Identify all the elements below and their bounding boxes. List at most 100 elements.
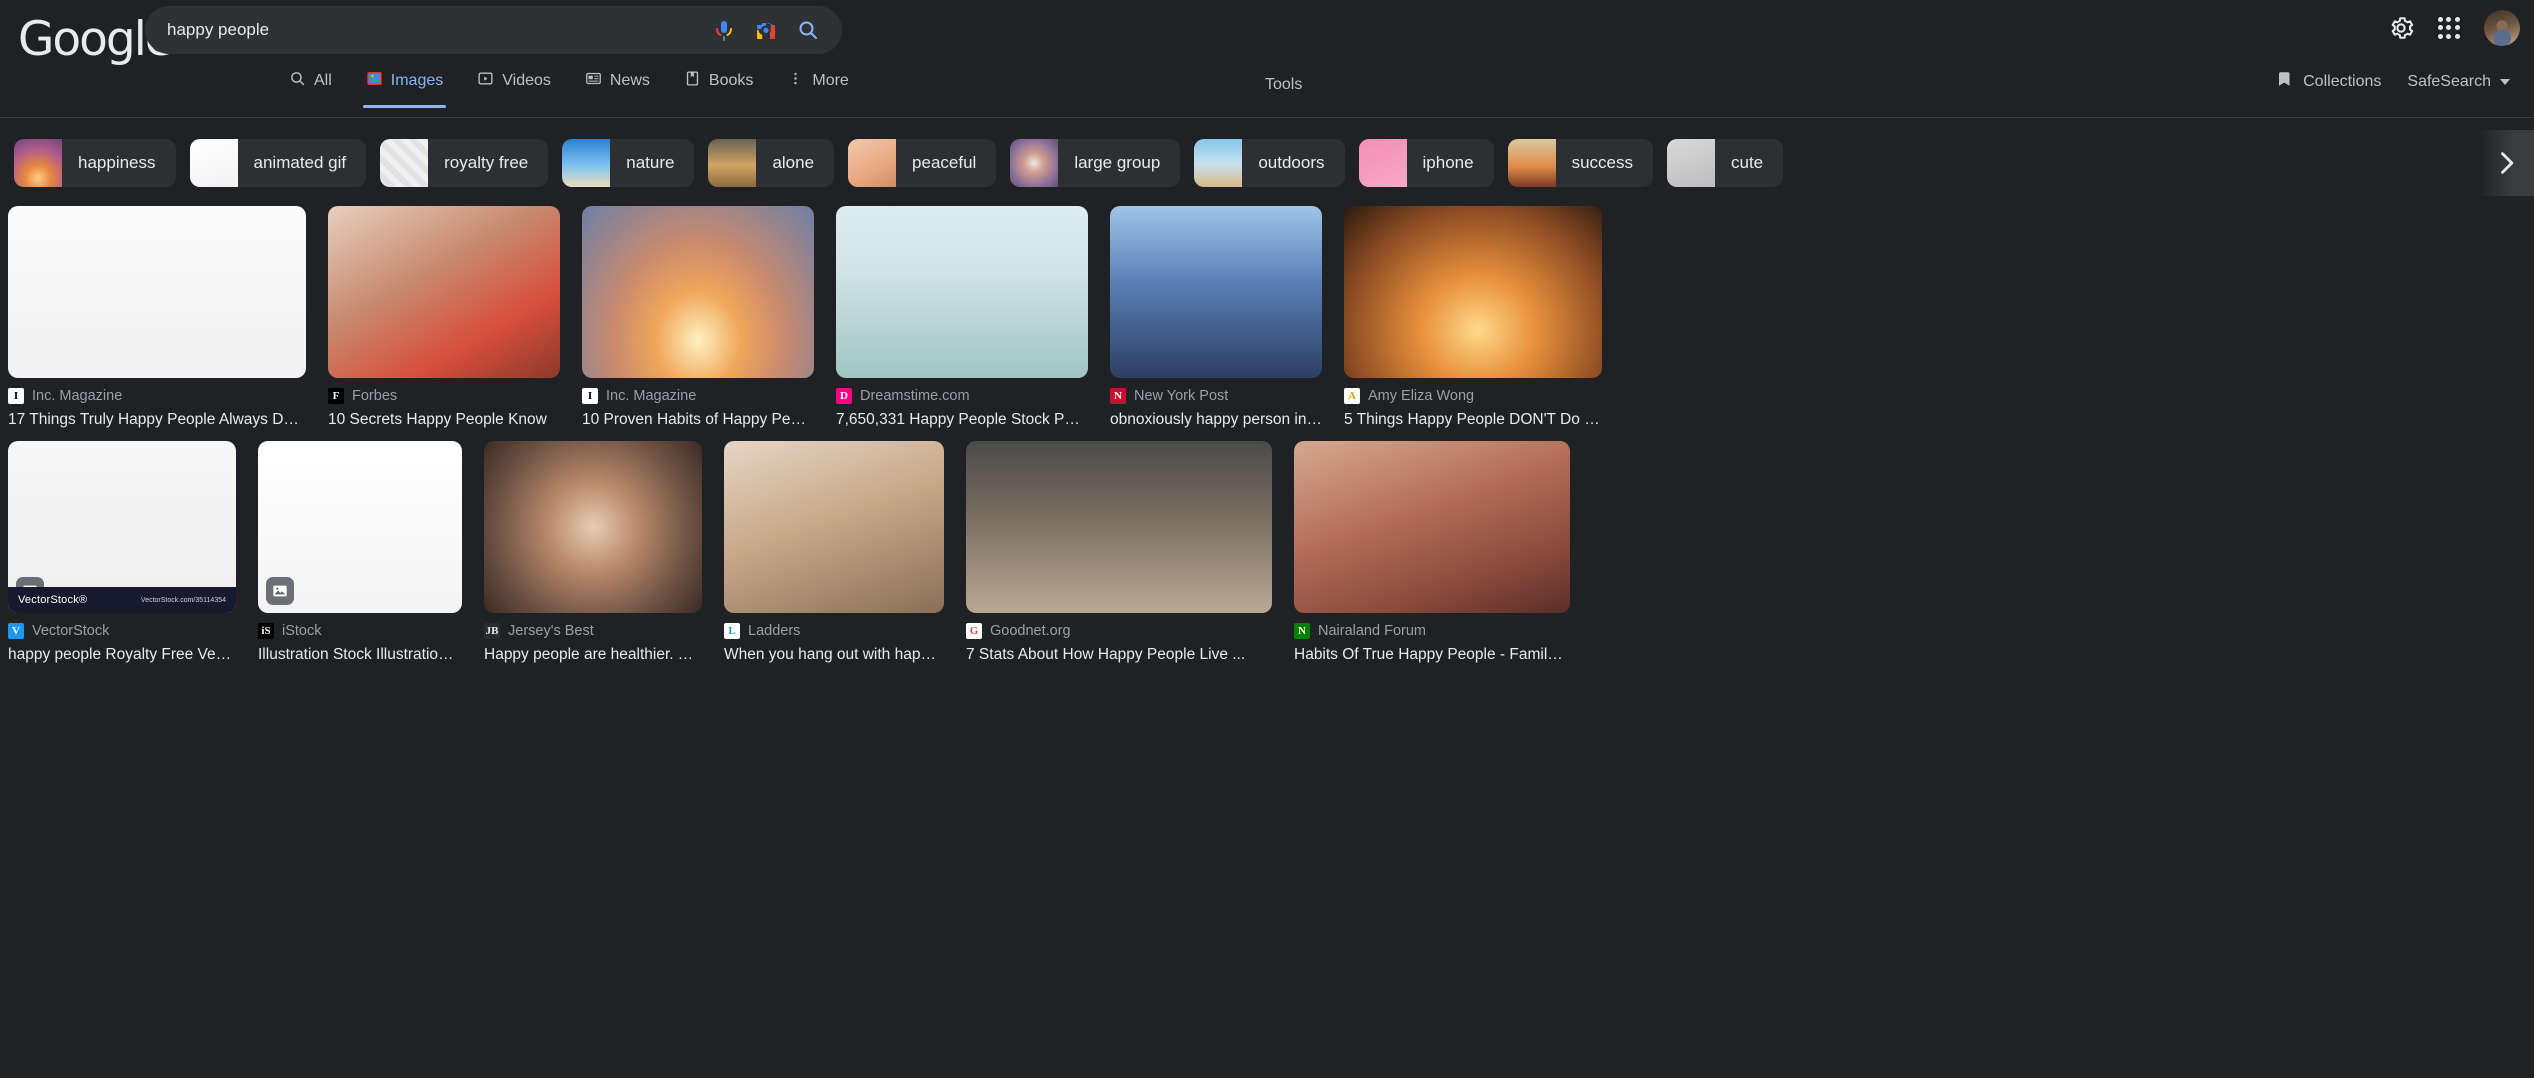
result-thumbnail[interactable] (966, 441, 1272, 613)
result-thumbnail[interactable] (1294, 441, 1570, 613)
tools-button[interactable]: Tools (1255, 70, 1312, 100)
chip-label: nature (610, 153, 694, 173)
tab-books[interactable]: Books (667, 60, 770, 108)
result-thumbnail[interactable] (484, 441, 702, 613)
related-chip-success[interactable]: success (1508, 139, 1653, 187)
chip-label: animated gif (238, 153, 367, 173)
source-favicon-icon: iS (258, 623, 274, 639)
result-source-row: DDreamstime.com (836, 388, 1088, 404)
page-header: Google (0, 0, 2534, 118)
result-thumbnail[interactable] (1344, 206, 1602, 378)
image-result-card[interactable]: IInc. Magazine17 Things Truly Happy Peop… (8, 206, 306, 429)
chip-thumbnail (848, 139, 896, 187)
watermark-url: VectorStock.com/35114354 (141, 597, 226, 604)
chip-thumbnail (380, 139, 428, 187)
source-favicon-icon: JB (484, 623, 500, 639)
tab-more[interactable]: More (770, 60, 865, 108)
result-thumbnail[interactable]: VectorStock®VectorStock.com/35114354 (8, 441, 236, 613)
result-title[interactable]: happy people Royalty Free Vector Image (8, 646, 236, 664)
chip-thumbnail (1508, 139, 1556, 187)
result-thumbnail[interactable] (724, 441, 944, 613)
result-title[interactable]: When you hang out with happy peopl... (724, 646, 944, 664)
google-apps-grid-icon[interactable] (2436, 15, 2462, 41)
kebab-menu-icon (787, 70, 804, 92)
result-source-name: Inc. Magazine (32, 388, 122, 404)
result-title[interactable]: 7,650,331 Happy People Stock Photos ... (836, 411, 1088, 429)
result-source-row: JB Jersey's Best (484, 623, 702, 639)
related-chip-happiness[interactable]: happiness (14, 139, 176, 187)
result-title[interactable]: 17 Things Truly Happy People Always Do .… (8, 411, 306, 429)
chip-thumbnail (1010, 139, 1058, 187)
collections-button[interactable]: Collections (2276, 70, 2381, 93)
image-result-card[interactable]: LLaddersWhen you hang out with happy peo… (724, 441, 944, 664)
image-result-card[interactable]: GGoodnet.org7 Stats About How Happy Peop… (966, 441, 1272, 664)
chip-thumbnail (14, 139, 62, 187)
related-chip-animated-gif[interactable]: animated gif (190, 139, 367, 187)
result-source-name: Jersey's Best (508, 623, 594, 639)
result-title[interactable]: Happy people are healthier. These 1... (484, 646, 702, 664)
result-title[interactable]: 10 Secrets Happy People Know (328, 411, 560, 429)
book-icon (684, 70, 701, 92)
result-thumbnail[interactable] (582, 206, 814, 378)
result-thumbnail[interactable] (836, 206, 1088, 378)
gear-icon[interactable] (2388, 15, 2414, 41)
microphone-icon[interactable] (712, 18, 736, 42)
google-lens-camera-icon[interactable] (754, 18, 778, 42)
tab-images[interactable]: Images (349, 60, 460, 108)
source-favicon-icon: A (1344, 388, 1360, 404)
search-icon (289, 70, 306, 92)
related-chip-royalty-free[interactable]: royalty free (380, 139, 548, 187)
search-icon[interactable] (796, 18, 820, 42)
related-chip-large-group[interactable]: large group (1010, 139, 1180, 187)
related-chip-iphone[interactable]: iphone (1359, 139, 1494, 187)
search-bar[interactable] (145, 6, 842, 54)
result-source-name: Nairaland Forum (1318, 623, 1426, 639)
result-thumbnail[interactable] (8, 206, 306, 378)
related-chip-outdoors[interactable]: outdoors (1194, 139, 1344, 187)
related-chip-cute[interactable]: cute (1667, 139, 1783, 187)
image-result-card[interactable]: NNairaland ForumHabits Of True Happy Peo… (1294, 441, 1570, 664)
result-source-name: New York Post (1134, 388, 1228, 404)
image-result-card[interactable]: VectorStock®VectorStock.com/35114354VVec… (8, 441, 236, 664)
tab-all[interactable]: All (272, 60, 349, 108)
related-chip-peaceful[interactable]: peaceful (848, 139, 996, 187)
result-source-name: Amy Eliza Wong (1368, 388, 1474, 404)
result-title[interactable]: 5 Things Happy People DON'T Do - A... (1344, 411, 1602, 429)
result-thumbnail[interactable] (328, 206, 560, 378)
user-avatar[interactable] (2484, 10, 2520, 46)
chip-label: success (1556, 153, 1653, 173)
chip-label: outdoors (1242, 153, 1344, 173)
result-title[interactable]: Habits Of True Happy People - Family ... (1294, 646, 1570, 664)
collections-label: Collections (2303, 73, 2381, 91)
image-result-card[interactable]: IInc. Magazine10 Proven Habits of Happy … (582, 206, 814, 429)
result-title[interactable]: obnoxiously happy person in your o... (1110, 411, 1322, 429)
search-input[interactable] (145, 20, 712, 40)
source-favicon-icon: L (724, 623, 740, 639)
result-thumbnail[interactable] (1110, 206, 1322, 378)
nav-row: All Images Videos (0, 60, 2534, 118)
tab-videos[interactable]: Videos (460, 60, 568, 108)
image-result-card[interactable]: A Amy Eliza Wong 5 Things Happy People DON… (1344, 206, 1602, 429)
result-source-row: A Amy Eliza Wong (1344, 388, 1602, 404)
image-result-card[interactable]: DDreamstime.com 7,650,331 Happy People St… (836, 206, 1088, 429)
safesearch-button[interactable]: SafeSearch (2407, 73, 2510, 91)
tab-images-label: Images (391, 72, 443, 90)
tab-news[interactable]: News (568, 60, 667, 108)
active-tab-indicator (363, 105, 446, 108)
result-thumbnail[interactable] (258, 441, 462, 613)
image-result-card[interactable]: FForbes10 Secrets Happy People Know (328, 206, 560, 429)
chips-scroll-right-button[interactable] (2478, 130, 2534, 196)
related-chip-alone[interactable]: alone (708, 139, 834, 187)
related-chip-nature[interactable]: nature (562, 139, 694, 187)
nav-divider (0, 117, 2534, 118)
image-result-card[interactable]: iSiStockIllustration Stock Illustration … (258, 441, 462, 664)
image-result-card[interactable]: JB Jersey's Best Happy people are healthie… (484, 441, 702, 664)
result-title[interactable]: Illustration Stock Illustration ... (258, 646, 462, 664)
result-title[interactable]: 10 Proven Habits of Happy People | Inc..… (582, 411, 814, 429)
image-result-card[interactable]: NNew York Postobnoxiously happy person i… (1110, 206, 1322, 429)
image-type-badge-icon (266, 577, 294, 605)
tab-all-label: All (314, 72, 332, 90)
chip-thumbnail (1667, 139, 1715, 187)
image-results-grid: IInc. Magazine17 Things Truly Happy Peop… (0, 196, 2534, 664)
result-title[interactable]: 7 Stats About How Happy People Live ... (966, 646, 1272, 664)
